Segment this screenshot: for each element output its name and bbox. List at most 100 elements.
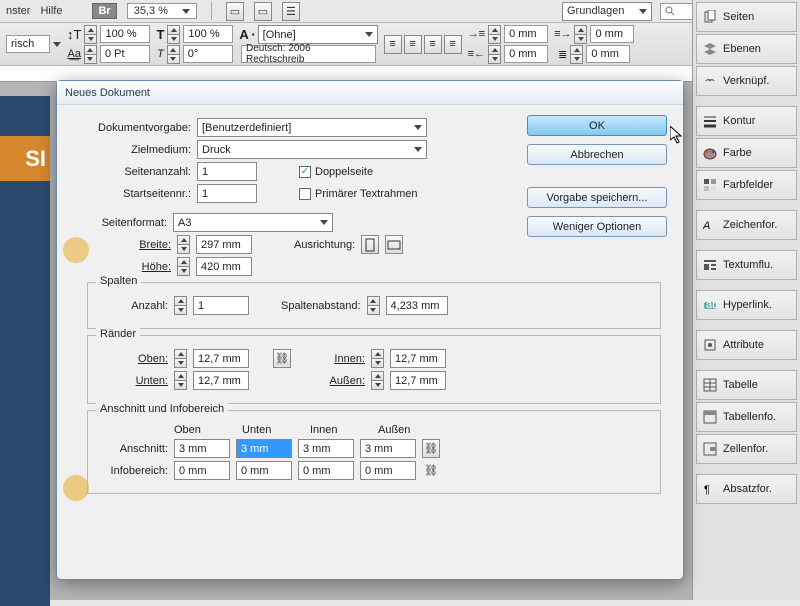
portrait-icon[interactable] — [361, 235, 379, 254]
bleed-bottom[interactable] — [236, 439, 292, 458]
slug-in[interactable] — [298, 461, 354, 480]
intent-label: Zielmedium: — [71, 144, 191, 156]
svg-text:¶: ¶ — [704, 484, 710, 496]
primary-checkbox[interactable]: Primärer Textrahmen — [299, 188, 418, 200]
link-bleed-icon[interactable]: ⛓ — [422, 439, 440, 458]
mbot-label: Unten: — [98, 375, 168, 387]
stepper[interactable] — [84, 25, 97, 44]
align-right-icon[interactable]: ≡ — [424, 35, 442, 54]
lang-combo[interactable]: Deutsch: 2006 Rechtschreib — [241, 45, 376, 63]
startpg-label: Startseitennr.: — [71, 188, 191, 200]
control-toolbar: risch ↕T100 % A͟a0 Pt T100 % T0° A▪[Ohne… — [0, 22, 800, 66]
min-input[interactable] — [390, 349, 446, 368]
color-icon — [703, 146, 717, 160]
charstyle-combo[interactable]: [Ohne] — [258, 25, 378, 44]
font-combo[interactable]: risch — [6, 35, 50, 53]
ok-button[interactable]: OK — [527, 115, 667, 136]
slug-out[interactable] — [360, 461, 416, 480]
save-preset-button[interactable]: Vorgabe speichern... — [527, 187, 667, 208]
size-combo[interactable]: A3 — [173, 213, 333, 232]
links-icon — [703, 74, 717, 88]
panel-hyperlinks[interactable]: abcHyperlink. — [696, 290, 797, 320]
screen-mode-icon[interactable]: ▭ — [226, 2, 244, 21]
parastyle-icon: ¶ — [703, 482, 717, 496]
slug-label: Infobereich: — [98, 465, 168, 477]
margins-legend: Ränder — [96, 328, 140, 340]
view-icon[interactable]: ☰ — [282, 2, 300, 21]
panel-tabellenformate[interactable]: Tabellenfo. — [696, 402, 797, 432]
bridge-icon[interactable]: Br — [92, 3, 116, 19]
mout-input[interactable] — [390, 371, 446, 390]
attribute-icon — [703, 338, 717, 352]
fewer-options-button[interactable]: Weniger Optionen — [527, 216, 667, 237]
pages-input[interactable] — [197, 162, 257, 181]
facing-checkbox[interactable]: ✓Doppelseite — [299, 166, 373, 178]
mout-label: Außen: — [315, 375, 365, 387]
mbot-input[interactable] — [193, 371, 249, 390]
intent-combo[interactable]: Druck — [197, 140, 427, 159]
panel-attribute[interactable]: Attribute — [696, 330, 797, 360]
panel-zeichenformate[interactable]: AZeichenfor. — [696, 210, 797, 240]
panel-farbfelder[interactable]: Farbfelder — [696, 170, 797, 200]
bleed-out[interactable] — [360, 439, 416, 458]
menu-fenster[interactable]: nster — [6, 5, 30, 17]
panel-textumfluss[interactable]: Textumflu. — [696, 250, 797, 280]
mtop-label: Oben: — [98, 353, 168, 365]
cancel-button[interactable]: Abbrechen — [527, 144, 667, 165]
startpg-input[interactable] — [197, 184, 257, 203]
panel-seiten[interactable]: Seiten — [696, 2, 797, 32]
dialog-buttons: OK Abbrechen Vorgabe speichern... Wenige… — [527, 115, 667, 237]
panel-farbe[interactable]: Farbe — [696, 138, 797, 168]
workspace-combo[interactable]: Grundlagen — [562, 2, 652, 21]
landscape-icon[interactable] — [385, 235, 403, 254]
pages-icon — [703, 10, 717, 24]
bleed-top[interactable] — [174, 439, 230, 458]
menu-hilfe[interactable]: Hilfe — [40, 5, 62, 17]
gutter-input[interactable] — [386, 296, 448, 315]
height-label: Höhe: — [121, 261, 171, 273]
zoom-combo[interactable]: 35,3 % — [127, 3, 197, 19]
colcount-input[interactable] — [193, 296, 249, 315]
indent-right[interactable]: 0 mm — [504, 45, 548, 63]
arrange-icon[interactable]: ▭ — [254, 2, 272, 21]
colcount-label: Anzahl: — [98, 300, 168, 312]
baseline[interactable]: 0 Pt — [100, 45, 150, 63]
link-slug-icon[interactable]: ⛓ — [422, 461, 440, 480]
panel-tabelle[interactable]: Tabelle — [696, 370, 797, 400]
width-label: Breite: — [121, 239, 171, 251]
panel-absatzformate[interactable]: ¶Absatzfor. — [696, 474, 797, 504]
panel-dock: Seiten Ebenen Verknüpf. Kontur Farbe Far… — [692, 0, 800, 600]
panel-kontur[interactable]: Kontur — [696, 106, 797, 136]
columns-legend: Spalten — [96, 275, 141, 287]
hscale[interactable]: 100 % — [183, 25, 233, 43]
preset-combo[interactable]: [Benutzerdefiniert] — [197, 118, 427, 137]
width-input[interactable] — [196, 235, 252, 254]
textwrap-icon — [703, 258, 717, 272]
columns-group: Spalten Anzahl: Spaltenabstand: — [87, 282, 661, 329]
charstyle-icon: A — [703, 218, 717, 232]
vscale[interactable]: 100 % — [100, 25, 150, 43]
table-icon — [703, 378, 717, 392]
bleed-label: Anschnitt: — [98, 443, 168, 455]
height-input[interactable] — [196, 257, 252, 276]
bleed-in[interactable] — [298, 439, 354, 458]
dialog-title: Neues Dokument — [57, 81, 683, 105]
indent-left[interactable]: 0 mm — [504, 25, 548, 43]
link-margins-icon[interactable]: ⛓ — [273, 349, 291, 368]
justify-icon[interactable]: ≡ — [444, 35, 462, 54]
menubar: nster Hilfe Br 35,3 % ▭ ▭ ☰ Grundlagen —… — [0, 0, 800, 22]
mtop-input[interactable] — [193, 349, 249, 368]
panel-ebenen[interactable]: Ebenen — [696, 34, 797, 64]
svg-text:A: A — [703, 220, 710, 232]
align-center-icon[interactable]: ≡ — [404, 35, 422, 54]
panel-verknuepf[interactable]: Verknüpf. — [696, 66, 797, 96]
bleed-legend: Anschnitt und Infobereich — [96, 403, 228, 415]
hint-marker-2 — [63, 475, 89, 501]
panel-zellenformate[interactable]: Zellenfor. — [696, 434, 797, 464]
align-left-icon[interactable]: ≡ — [384, 35, 402, 54]
slug-top[interactable] — [174, 461, 230, 480]
search-icon — [665, 6, 675, 16]
hint-marker-1 — [63, 237, 89, 263]
skew[interactable]: 0° — [183, 45, 233, 63]
slug-bottom[interactable] — [236, 461, 292, 480]
